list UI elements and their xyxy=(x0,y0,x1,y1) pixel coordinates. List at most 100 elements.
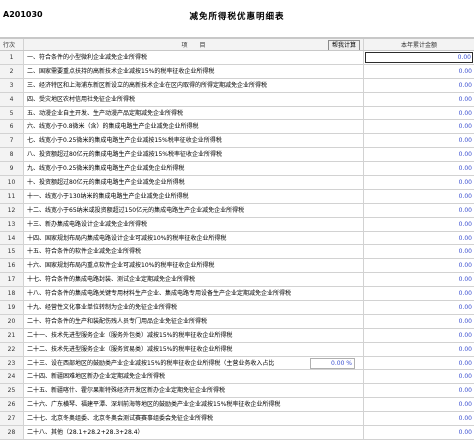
row-item-label: 十一、线宽小于130纳米的集成电路生产企业减免企业所得税 xyxy=(24,189,364,203)
row-item-text: 一、符合条件的小型微利企业减免企业所得税 xyxy=(27,54,148,61)
amount-field[interactable]: 0.00 xyxy=(364,204,474,217)
row-number: 5 xyxy=(0,106,24,120)
row-item-label: 二十六、广东横琴、福建平潭、深圳前海等地区的鼓励类产业企业减按15%税率征收企业… xyxy=(24,398,364,412)
amount-field[interactable]: 0.00 xyxy=(364,79,474,92)
amount-field[interactable]: 0.00 xyxy=(364,148,474,161)
row-item-text: 十九、经营性文化事业单位转制为企业的免征企业所得税 xyxy=(27,304,178,312)
revenue-ratio-input[interactable]: 0.00 % xyxy=(310,357,355,369)
form-header: A201030 减免所得税优惠明细表 xyxy=(0,0,474,38)
amount-field[interactable]: 0.00 xyxy=(364,329,474,342)
row-item-text: 十二、线宽小于65纳米或投资额超过150亿元的集成电路生产企业减免企业所得税 xyxy=(27,206,245,214)
row-item-label: 六、线宽小于0.8微米（含）的集成电路生产企业减免企业所得税 xyxy=(24,120,364,134)
amount-field[interactable]: 0.00 xyxy=(364,259,474,272)
table-row: 11 十一、线宽小于130纳米的集成电路生产企业减免企业所得税 0.00 xyxy=(0,189,474,204)
row-item-text: 十五、符合条件的软件企业减免企业所得税 xyxy=(27,248,142,256)
table-row: 7 七、线宽小于0.25微米的集成电路生产企业减按15%税率征收企业所得税 0.00 xyxy=(0,134,474,149)
amount-field[interactable]: 0.00 xyxy=(364,190,474,203)
row-number: 7 xyxy=(0,134,24,148)
table-row: 1 一、符合条件的小型微利企业减免企业所得税 0.00 xyxy=(0,51,474,65)
row-number: 22 xyxy=(0,342,24,356)
row-number: 26 xyxy=(0,398,24,412)
amount-field[interactable]: 0.00 xyxy=(364,93,474,106)
amount-field[interactable]: 0.00 xyxy=(364,162,474,175)
row-item-label: 二十四、新疆困难地区新办企业定期减免企业所得税 xyxy=(24,370,364,384)
row-item-label: 二十七、北京冬奥组委、北京冬奥会测试赛赛事组委会免征企业所得税 xyxy=(24,412,364,426)
row-number: 23 xyxy=(0,356,24,370)
row-number: 15 xyxy=(0,245,24,259)
amount-field[interactable]: 0.00 xyxy=(364,134,474,147)
row-item-label: 十四、国家规划布局内集成电路设计企业可减按10%的税率征收企业所得税 xyxy=(24,231,364,245)
amount-field[interactable]: 0.00 xyxy=(364,370,474,383)
row-item-text: 二十一、技术先进型服务企业（服务外包类）减按15%的税率征收企业所得税 xyxy=(27,331,233,339)
row-item-text: 四、受灾地区农村信用社免征企业所得税 xyxy=(27,95,136,103)
amount-field[interactable]: 0.00 xyxy=(364,301,474,314)
row-item-text: 十八、符合条件的集成电路关键专用材料生产企业、集成电路专用设备生产企业定期减免企… xyxy=(27,290,292,298)
table-row: 13 十三、新办集成电路设计企业减免企业所得税 0.00 xyxy=(0,217,474,232)
amount-field[interactable]: 0.00 xyxy=(364,218,474,231)
amount-field[interactable]: 0.00 xyxy=(364,51,474,64)
row-item-label: 三、经济特区和上海浦东新区新设立的高新技术企业在区内取得的所得定期减免企业所得税 xyxy=(24,78,364,92)
amount-field[interactable]: 0.00 xyxy=(364,232,474,245)
row-number: 16 xyxy=(0,259,24,273)
table-row: 6 六、线宽小于0.8微米（含）的集成电路生产企业减免企业所得税 0.00 xyxy=(0,120,474,135)
table-row: 20 二十、符合条件的生产和装配伤残人员专门用品企业免征企业所得税 0.00 xyxy=(0,314,474,329)
row-item-text: 二、国家需要重点扶持的高新技术企业减按15%的税率征收企业所得税 xyxy=(27,67,215,75)
row-number: 14 xyxy=(0,231,24,245)
table-row: 24 二十四、新疆困难地区新办企业定期减免企业所得税 0.00 xyxy=(0,370,474,385)
table-row: 2 二、国家需要重点扶持的高新技术企业减按15%的税率征收企业所得税 0.00 xyxy=(0,64,474,79)
column-header-item: 项 目 帮我计算 xyxy=(24,39,364,50)
table-row: 19 十九、经营性文化事业单位转制为企业的免征企业所得税 0.00 xyxy=(0,301,474,315)
row-number: 9 xyxy=(0,162,24,176)
amount-field[interactable]: 0.00 xyxy=(364,357,474,370)
row-item-text: 三、经济特区和上海浦东新区新设立的高新技术企业在区内取得的所得定期减免企业所得税 xyxy=(27,81,268,89)
amount-field[interactable]: 0.00 xyxy=(364,273,474,286)
amount-field[interactable]: 0.00 xyxy=(364,426,474,439)
row-number: 6 xyxy=(0,120,24,134)
row-item-text: 二十四、新疆困难地区新办企业定期减免企业所得税 xyxy=(27,373,166,381)
amount-field-focused[interactable]: 0.00 xyxy=(365,52,473,63)
table-row: 25 二十五、新疆喀什、霍尔果斯特殊经济开发区新办企业定期免征企业所得税 0.00 xyxy=(0,384,474,399)
row-item-text: 五、动漫企业自主开发、生产动漫产品定期减免企业所得税 xyxy=(27,109,184,117)
amount-field[interactable]: 0.00 xyxy=(364,343,474,356)
row-item-text: 十、投资额超过80亿元的集成电路生产企业减免企业所得税 xyxy=(27,179,185,187)
amount-field[interactable]: 0.00 xyxy=(364,384,474,397)
table-row: 23 二十三、设在西部地区的鼓励类产业企业减按15%的税率征收企业所得税（主营业务… xyxy=(0,356,474,371)
row-item-label: 十三、新办集成电路设计企业减免企业所得税 xyxy=(24,217,364,231)
row-number: 1 xyxy=(0,51,24,64)
row-item-label: 二十、符合条件的生产和装配伤残人员专门用品企业免征企业所得税 xyxy=(24,314,364,328)
row-item-text: 七、线宽小于0.25微米的集成电路生产企业减按15%税率征收企业所得税 xyxy=(27,137,222,145)
row-item-label: 二十一、技术先进型服务企业（服务外包类）减按15%的税率征收企业所得税 xyxy=(24,328,364,342)
row-item-text: 十一、线宽小于130纳米的集成电路生产企业减免企业所得税 xyxy=(27,192,189,200)
row-number: 4 xyxy=(0,92,24,106)
column-header-amount: 本年累计金额 xyxy=(400,42,437,49)
table-row: 9 九、线宽小于0.25微米的集成电路生产企业减免企业所得税 0.00 xyxy=(0,162,474,177)
row-item-label: 十、投资额超过80亿元的集成电路生产企业减免企业所得税 xyxy=(24,176,364,189)
table-row: 18 十八、符合条件的集成电路关键专用材料生产企业、集成电路专用设备生产企业定期减… xyxy=(0,287,474,302)
table-row: 27 二十七、北京冬奥组委、北京冬奥会测试赛赛事组委会免征企业所得税 0.00 xyxy=(0,412,474,427)
row-item-text: 十三、新办集成电路设计企业减免企业所得税 xyxy=(27,220,148,228)
amount-field[interactable]: 0.00 xyxy=(364,398,474,411)
amount-field[interactable]: 0.00 xyxy=(364,412,474,425)
table-row: 26 二十六、广东横琴、福建平潭、深圳前海等地区的鼓励类产业企业减按15%税率征收… xyxy=(0,398,474,413)
amount-field[interactable]: 0.00 xyxy=(364,287,474,300)
row-number: 21 xyxy=(0,328,24,342)
calculate-button[interactable]: 帮我计算 xyxy=(327,40,360,50)
table-row: 17 十七、符合条件的集成电路封装、测试企业定期减免企业所得税 0.00 xyxy=(0,273,474,288)
amount-field[interactable]: 0.00 xyxy=(364,120,474,133)
table-row: 15 十五、符合条件的软件企业减免企业所得税 0.00 xyxy=(0,245,474,260)
table-row: 21 二十一、技术先进型服务企业（服务外包类）减按15%的税率征收企业所得税 0.0… xyxy=(0,328,474,343)
row-item-label: 十七、符合条件的集成电路封装、测试企业定期减免企业所得税 xyxy=(24,273,364,287)
row-number: 8 xyxy=(0,148,24,162)
row-number: 10 xyxy=(0,176,24,189)
amount-field[interactable]: 0.00 xyxy=(364,315,474,328)
row-item-label: 八、投资额超过80亿元的集成电路生产企业减按15%税率征收企业所得税 xyxy=(24,148,364,162)
amount-field[interactable]: 0.00 xyxy=(364,107,474,120)
amount-field[interactable]: 0.00 xyxy=(364,245,474,258)
row-number: 17 xyxy=(0,273,24,287)
row-item-label: 九、线宽小于0.25微米的集成电路生产企业减免企业所得税 xyxy=(24,162,364,176)
amount-field[interactable]: 0.00 xyxy=(364,176,474,189)
row-number: 2 xyxy=(0,64,24,78)
amount-field[interactable]: 0.00 xyxy=(364,65,474,78)
row-item-label: 一、符合条件的小型微利企业减免企业所得税 xyxy=(24,51,364,64)
row-item-text: 二十五、新疆喀什、霍尔果斯特殊经济开发区新办企业定期免征企业所得税 xyxy=(27,387,226,395)
